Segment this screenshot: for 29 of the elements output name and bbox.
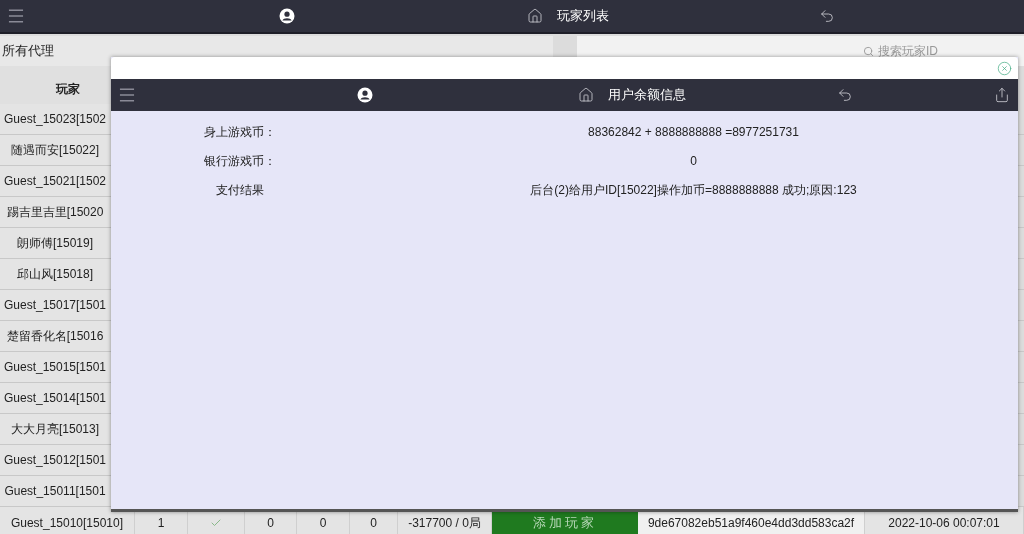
share-icon[interactable] [994, 87, 1010, 103]
field-value: 88362842 + 8888888888 =8977251731 [587, 123, 800, 141]
player-cell-text: 朗师傅[15019] [15, 235, 94, 252]
user-icon[interactable] [278, 8, 295, 24]
player-cell-text: Guest_15021[1502 [2, 173, 108, 190]
player-cell-text: Guest_15012[1501 [2, 452, 108, 469]
user-icon[interactable] [356, 87, 373, 103]
back-icon[interactable] [836, 87, 853, 103]
bar-title: 用户余额信息 [608, 86, 687, 105]
player-cell-text: Guest_15011[1501 [3, 483, 107, 500]
field-label: 身上游戏币： [203, 123, 277, 141]
bar-title: 玩家列表 [557, 7, 610, 26]
player-cell-text: 随遇而安[15022] [9, 142, 100, 159]
home-icon[interactable] [527, 8, 544, 24]
back-icon[interactable] [819, 8, 836, 24]
player-cell-text: 踢吉里吉里[15020 [5, 204, 105, 221]
player-cell-text: Guest_15014[1501 [2, 390, 108, 407]
field-label: 支付结果 [215, 181, 265, 199]
field-label: 银行游戏币： [203, 152, 277, 170]
home-icon[interactable] [578, 87, 595, 103]
player-cell-text: 邱山风[15018] [15, 266, 94, 283]
player-cell-text: 大大月亮[15013] [9, 421, 100, 438]
player-cell-text: Guest_15017[1501 [2, 297, 108, 314]
search-icon [863, 45, 874, 57]
player-cell-text: Guest_15023[1502 [2, 111, 108, 128]
field-value: 0 [689, 152, 698, 170]
player-cell-text: 楚留香化名[15016 [5, 328, 105, 345]
field-value: 后台(2)给用户ID[15022]操作加币=8888888888 成功;原因:123 [529, 181, 858, 199]
player-cell-text: Guest_15015[1501 [2, 359, 108, 376]
